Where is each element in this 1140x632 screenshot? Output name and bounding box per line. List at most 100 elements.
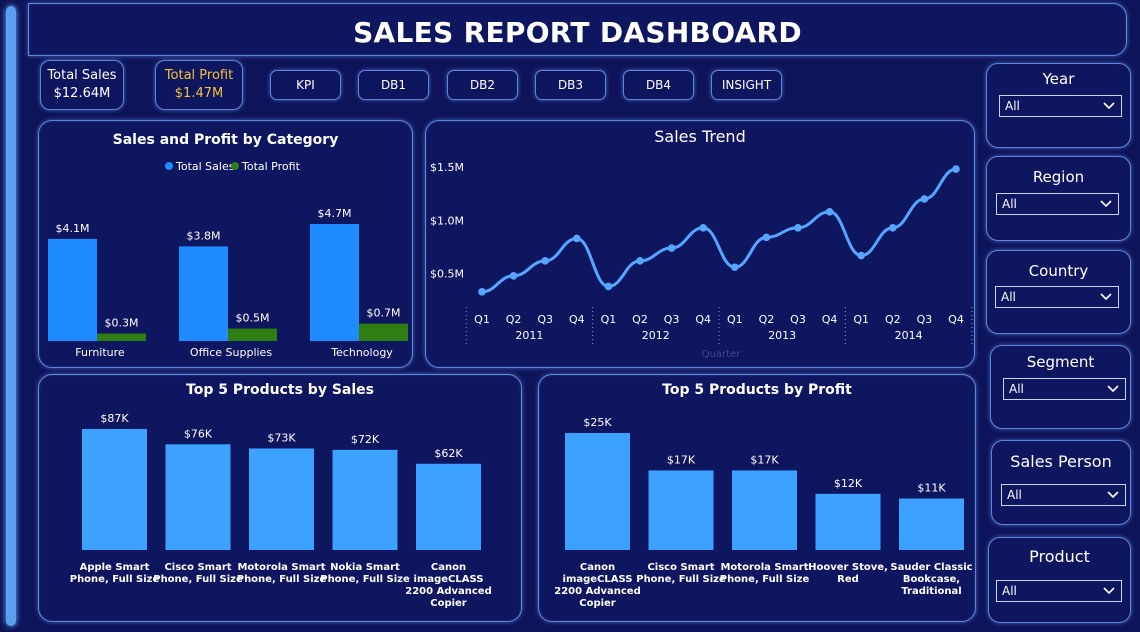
category-chart: Total Sales Total Profit $4.1M $0.3M Furnitu… [48,160,408,359]
filter-year-label: Year [1042,70,1075,88]
chevron-down-icon [1107,491,1119,499]
nav-button-db3[interactable]: DB3 [535,70,606,100]
filter-segment-panel: Segment All [990,345,1131,429]
nav-button-db4[interactable]: DB4 [623,70,694,100]
x-tick-label-quarter: Q1 [474,313,490,326]
x-tick-label-product: Motorola Smart Phone, Full Size [237,562,327,585]
nav-button-insight[interactable]: INSIGHT [711,70,782,100]
x-tick-label-year: 2012 [642,329,670,342]
data-label-total-sales: $4.1M [56,222,90,235]
top-profit-panel: Top 5 Products by Profit $25K Canon imageC… [538,374,976,622]
bar-total-sales [310,224,359,341]
x-tick-label-product: Cisco Smart Phone, Full Size [636,562,726,585]
data-label-value: $11K [917,482,946,495]
y-tick-label: $1.5M [430,161,464,174]
data-point [731,263,739,272]
filter-product-dropdown[interactable]: All [996,580,1122,602]
product-bar [82,429,147,550]
filter-product-label: Product [1029,547,1090,566]
data-label-value: $73K [267,431,296,444]
x-tick-label-category: Furniture [75,346,125,359]
filter-country-panel: Country All [986,250,1131,334]
filter-country-value: All [1001,290,1016,304]
x-tick-label-category: Technology [330,346,393,359]
filter-region-value: All [1002,197,1017,211]
filter-region-panel: Region All [986,156,1131,241]
sales-trend-chart: $0.5M $1.0M $1.5M Q1 Q2 Q3 Q4 Q1 Q2 Q3 Q4 Q1 Q2 Q3 Q4 Q… [430,161,973,360]
filter-country-dropdown[interactable]: All [995,286,1119,308]
data-label-value: $87K [100,412,129,425]
nav-button-kpi[interactable]: KPI [270,70,341,100]
nav-button-db2[interactable]: DB2 [447,70,518,100]
data-point [509,271,518,280]
product-bar [899,498,964,550]
x-tick-label-quarter: Q4 [822,313,838,326]
kpi-total-profit-label: Total Profit [164,68,234,83]
chevron-down-icon [1107,385,1119,393]
data-point [573,234,581,243]
bar-total-sales [179,246,228,341]
x-tick-label-quarter: Q4 [948,313,964,326]
data-label-value: $76K [184,427,213,440]
x-tick-label-product: Cisco Smart Phone, Full Size [153,562,243,585]
data-point [952,165,960,173]
data-point [699,223,707,232]
data-label-value: $17K [667,453,696,466]
x-axis-label: Quarter [702,349,742,360]
data-point [636,257,644,265]
data-point [667,244,676,252]
legend-total-sales-label: Total Sales [175,160,235,173]
filter-product-panel: Product All [988,537,1131,623]
x-tick-label-product: Apple Smart Phone, Full Size [70,562,160,585]
title-bar: SALES REPORT DASHBOARD [28,3,1127,56]
data-point [762,233,771,242]
filter-product-value: All [1002,584,1017,598]
y-tick-label: $0.5M [430,268,464,281]
data-point [857,251,865,260]
filter-region-dropdown[interactable]: All [996,193,1119,215]
x-tick-label-product: Hoover Stove, Red [808,562,888,585]
x-tick-label-quarter: Q1 [727,313,743,326]
kpi-total-profit: Total Profit $1.47M [155,60,243,110]
filter-salesperson-dropdown[interactable]: All [1001,484,1126,506]
top-sales-panel: Top 5 Products by Sales $87K Apple Smart P… [38,374,522,622]
data-label-value: $62K [434,447,463,460]
data-point [794,223,802,232]
page-title: SALES REPORT DASHBOARD [353,16,802,49]
kpi-total-sales-value: $12.64M [53,86,111,101]
filter-year-dropdown[interactable]: All [999,95,1122,117]
x-tick-label-category: Office Supplies [190,346,272,359]
x-tick-label-product: Canon imageCLASS 2200 Advanced Copier [554,562,640,609]
data-point [604,282,613,291]
nav-button-db1[interactable]: DB1 [358,70,429,100]
filter-segment-value: All [1009,382,1024,396]
x-tick-label-product: Sauder Classic Bookcase, Traditional [890,562,972,597]
data-point [478,287,486,296]
product-bar [565,433,630,550]
data-label-total-profit: $0.5M [236,312,270,325]
x-tick-label-year: 2011 [515,329,543,342]
sales-trend-panel: Sales Trend $0.5M $1.0M $1.5M Q1 Q2 Q3 Q4 Q1 Q2 Q… [425,120,975,368]
chevron-down-icon [1100,293,1112,301]
product-bar [648,470,714,550]
data-label-total-profit: $0.7M [367,307,401,320]
x-tick-label-quarter: Q3 [917,313,933,326]
data-label-value: $17K [750,453,779,466]
x-tick-label-product: Motorola Smart Phone, Full Size [720,562,810,585]
product-bar [332,449,398,550]
x-tick-label-year: 2013 [768,329,796,342]
product-bar [416,463,481,550]
data-label-value: $72K [351,433,380,446]
x-tick-label-quarter: Q3 [537,313,553,326]
data-point [825,207,834,216]
data-label-value: $12K [834,477,863,490]
x-tick-label-year: 2014 [895,329,923,342]
filter-year-value: All [1005,99,1020,113]
data-point [541,257,549,265]
data-point [889,223,897,232]
sales-trend-line [481,167,957,294]
filter-segment-dropdown[interactable]: All [1003,378,1126,400]
x-tick-label-quarter: Q2 [506,313,522,326]
data-label-total-profit: $0.3M [105,317,139,330]
x-tick-label-quarter: Q4 [569,313,585,326]
